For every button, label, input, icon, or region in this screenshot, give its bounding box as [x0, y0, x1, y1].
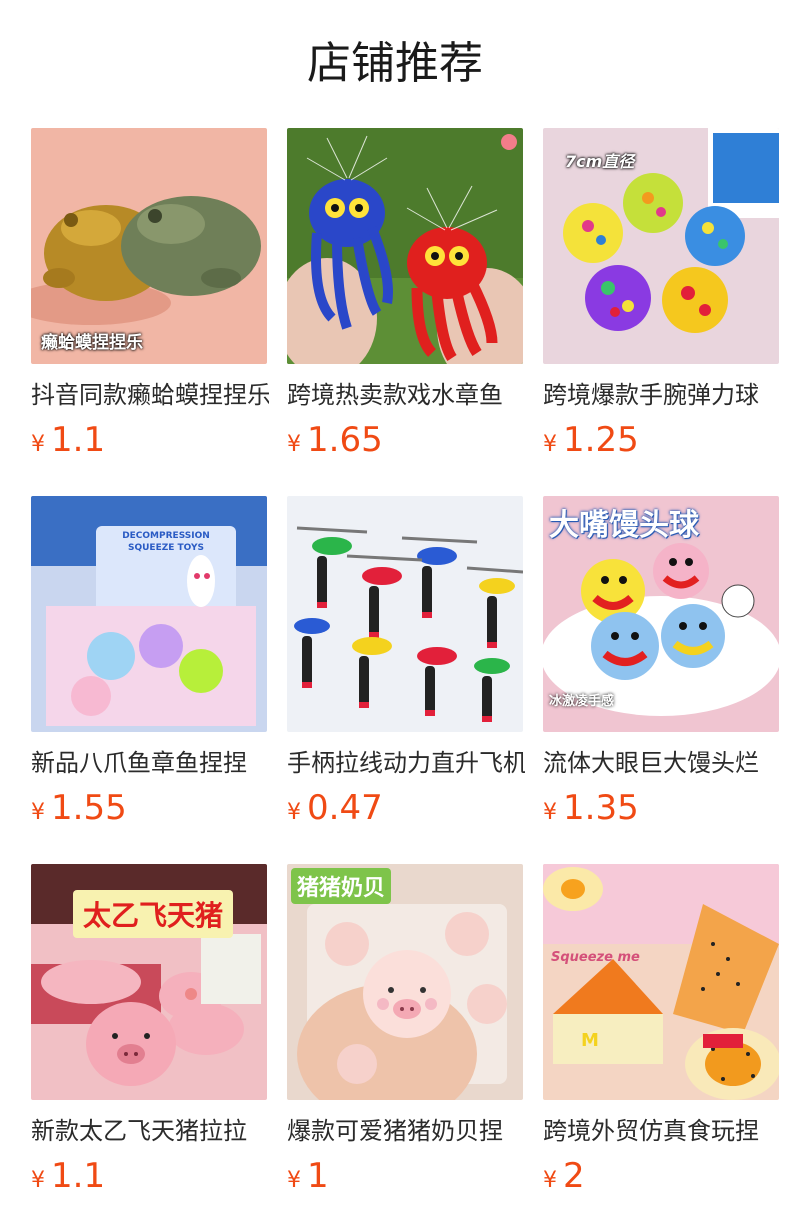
product-name[interactable]: 手柄拉线动力直升飞机 [287, 746, 525, 780]
image-caption: 7cm直径 [565, 152, 635, 171]
product-image[interactable]: 癞蛤蟆捏捏乐 [31, 128, 267, 364]
product-price: ¥1 [287, 1154, 527, 1198]
product-price: ¥1.1 [31, 418, 271, 462]
product-card[interactable]: 猪猪奶贝 爆款可爱猪猪奶贝捏 ¥1 [287, 864, 527, 1198]
price-value: 1.35 [563, 788, 639, 828]
price-value: 1.55 [51, 788, 127, 828]
price-value: 1.65 [307, 420, 383, 460]
price-value: 2 [563, 1156, 585, 1196]
product-name[interactable]: 跨境外贸仿真食玩捏 [543, 1114, 781, 1148]
product-name[interactable]: 爆款可爱猪猪奶贝捏 [287, 1114, 525, 1148]
product-price: ¥1.65 [287, 418, 527, 462]
image-caption: DECOMPRESSION SQUEEZE TOYS [122, 531, 210, 553]
helicopter-toy-icon [287, 496, 523, 732]
product-image[interactable]: 7cm直径 [543, 128, 779, 364]
price-value: 1.25 [563, 420, 639, 460]
product-card[interactable]: 大嘴馒头球 冰激凌手感 流体大眼巨大馒头烂 ¥1.35 [543, 496, 783, 830]
product-card[interactable]: 手柄拉线动力直升飞机 ¥0.47 [287, 496, 527, 830]
product-price: ¥1.35 [543, 786, 783, 830]
product-image[interactable]: 大嘴馒头球 冰激凌手感 [543, 496, 779, 732]
product-card[interactable]: 太乙飞天猪 新款太乙飞天猪拉拉 ¥1.1 [31, 864, 271, 1198]
currency-symbol: ¥ [543, 1168, 557, 1193]
svg-text:M: M [581, 1030, 599, 1051]
product-name[interactable]: 新品八爪鱼章鱼捏捏 [31, 746, 269, 780]
product-price: ¥1.55 [31, 786, 271, 830]
image-caption: 太乙飞天猪 [73, 890, 234, 938]
product-name[interactable]: 新款太乙飞天猪拉拉 [31, 1114, 269, 1148]
product-price: ¥0.47 [287, 786, 527, 830]
price-value: 1 [307, 1156, 329, 1196]
octopus-water-toy-icon [287, 128, 523, 364]
currency-symbol: ¥ [287, 1168, 301, 1193]
price-value: 1.1 [51, 420, 106, 460]
currency-symbol: ¥ [287, 800, 301, 825]
product-price: ¥1.25 [543, 418, 783, 462]
image-caption: 大嘴馒头球 [549, 508, 699, 543]
product-image[interactable]: 太乙飞天猪 [31, 864, 267, 1100]
product-price: ¥2 [543, 1154, 783, 1198]
product-name[interactable]: 跨境爆款手腕弹力球 [543, 378, 781, 412]
currency-symbol: ¥ [31, 432, 45, 457]
product-card[interactable]: M Squeeze me 跨境外贸仿真食玩捏 ¥2 [543, 864, 783, 1198]
currency-symbol: ¥ [31, 1168, 45, 1193]
product-name[interactable]: 抖音同款癞蛤蟆捏捏乐 [31, 378, 269, 412]
fake-food-squeeze-icon: M [543, 864, 779, 1100]
product-card[interactable]: 癞蛤蟆捏捏乐 抖音同款癞蛤蟆捏捏乐 ¥1.1 [31, 128, 271, 462]
product-card[interactable]: 跨境热卖款戏水章鱼 ¥1.65 [287, 128, 527, 462]
image-subcaption: 冰激凌手感 [549, 694, 615, 709]
product-name[interactable]: 流体大眼巨大馒头烂 [543, 746, 781, 780]
product-card[interactable]: 7cm直径 跨境爆款手腕弹力球 ¥1.25 [543, 128, 783, 462]
price-value: 1.1 [51, 1156, 106, 1196]
image-caption: 猪猪奶贝 [291, 868, 392, 904]
currency-symbol: ¥ [31, 800, 45, 825]
product-name[interactable]: 跨境热卖款戏水章鱼 [287, 378, 525, 412]
product-card[interactable]: DECOMPRESSION SQUEEZE TOYS 新品八爪鱼章鱼捏捏 ¥1.… [31, 496, 271, 830]
product-image[interactable]: DECOMPRESSION SQUEEZE TOYS [31, 496, 267, 732]
product-image[interactable]: 猪猪奶贝 [287, 864, 523, 1100]
product-image[interactable] [287, 496, 523, 732]
image-caption: 癞蛤蟆捏捏乐 [41, 333, 143, 353]
currency-symbol: ¥ [287, 432, 301, 457]
currency-symbol: ¥ [543, 432, 557, 457]
product-image[interactable]: M Squeeze me [543, 864, 779, 1100]
product-price: ¥1.1 [31, 1154, 271, 1198]
page-title: 店铺推荐 [307, 38, 483, 89]
currency-symbol: ¥ [543, 800, 557, 825]
product-image[interactable] [287, 128, 523, 364]
price-value: 0.47 [307, 788, 383, 828]
image-caption: Squeeze me [551, 950, 640, 965]
